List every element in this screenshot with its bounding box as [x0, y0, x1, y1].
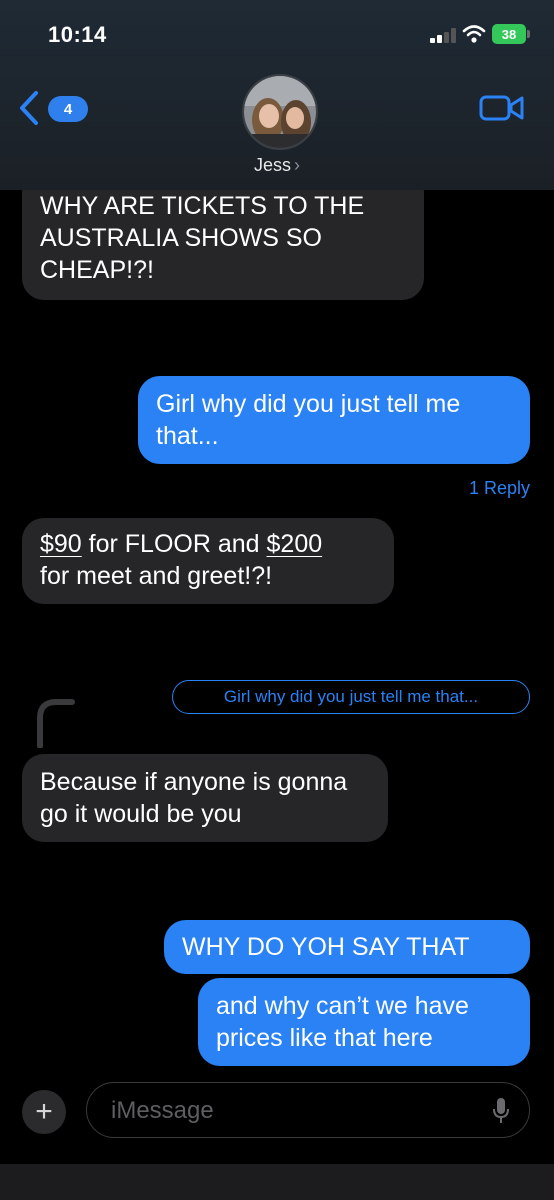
- wifi-icon: [462, 25, 486, 43]
- unread-count-badge: 4: [48, 96, 88, 122]
- message-input[interactable]: iMessage: [86, 1082, 530, 1138]
- quoted-reply[interactable]: Girl why did you just tell me that...: [172, 680, 530, 714]
- message-bubble-outgoing[interactable]: and why can’t we have prices like that h…: [198, 978, 530, 1066]
- conversation-header: 10:14 38 4 Jess ›: [0, 0, 554, 190]
- contact-photo: [244, 76, 316, 148]
- chevron-left-icon: [20, 91, 38, 125]
- message-input-placeholder: iMessage: [111, 1097, 214, 1124]
- message-line: Girl why did you just tell me: [156, 390, 461, 418]
- price-link[interactable]: $90: [40, 530, 82, 558]
- apps-plus-button[interactable]: +: [22, 1090, 66, 1134]
- message-line: and why can’t we have: [216, 992, 469, 1020]
- message-bubble-incoming[interactable]: $90 for FLOOR and $200 for meet and gree…: [22, 518, 394, 604]
- cellular-signal-icon: [430, 27, 456, 43]
- battery-icon: 38: [492, 24, 530, 44]
- message-line: WHY DO YOH SAY THAT: [182, 933, 470, 961]
- back-button[interactable]: 4: [18, 86, 88, 130]
- contact-name-button[interactable]: Jess ›: [0, 155, 554, 176]
- message-line: AUSTRALIA SHOWS SO: [40, 224, 323, 252]
- video-call-icon[interactable]: [478, 92, 526, 124]
- reply-count-link[interactable]: 1 Reply: [469, 478, 530, 499]
- chevron-right-icon: ›: [294, 155, 300, 175]
- thread-connector-icon: [37, 699, 75, 748]
- message-line: Because if anyone is gonna: [40, 768, 348, 796]
- message-bubble-incoming[interactable]: Because if anyone is gonna go it would b…: [22, 754, 388, 842]
- message-line: WHY ARE TICKETS TO THE: [40, 192, 365, 220]
- contact-name: Jess: [253, 155, 291, 175]
- bottom-bar: [0, 1164, 554, 1200]
- message-line: CHEAP!?!: [40, 256, 154, 284]
- status-time: 10:14: [48, 22, 107, 47]
- contact-avatar[interactable]: [242, 74, 318, 150]
- battery-level: 38: [492, 24, 526, 44]
- price-link[interactable]: $200: [267, 530, 323, 558]
- message-line: that...: [156, 422, 219, 450]
- message-line: prices like that here: [216, 1024, 433, 1052]
- message-bubble-outgoing[interactable]: Girl why did you just tell me that...: [138, 376, 530, 464]
- message-bubble-outgoing[interactable]: WHY DO YOH SAY THAT: [164, 920, 530, 974]
- message-line: go it would be you: [40, 800, 242, 828]
- message-text: for FLOOR and: [81, 530, 267, 558]
- message-line: $90 for FLOOR and $200: [40, 528, 376, 560]
- message-line: for meet and greet!?!: [40, 562, 273, 590]
- microphone-icon[interactable]: [493, 1098, 509, 1124]
